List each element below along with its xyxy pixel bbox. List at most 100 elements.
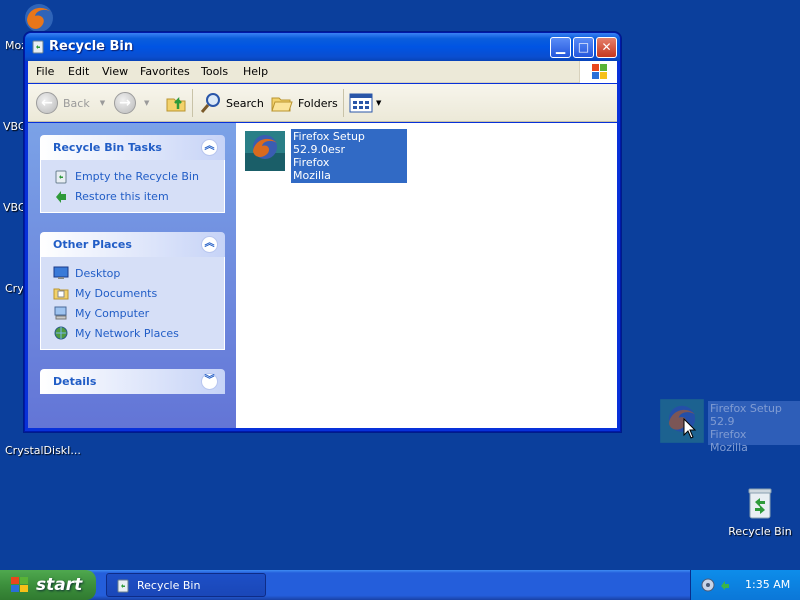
recycle-bin-icon xyxy=(55,170,67,184)
task-label: Empty the Recycle Bin xyxy=(75,169,199,183)
system-tray: 1:35 AM xyxy=(690,570,800,600)
windows-flag-icon xyxy=(592,64,607,79)
panel-header[interactable]: Recycle Bin Tasks ︽ xyxy=(40,135,225,160)
desktop-icon xyxy=(53,266,69,279)
collapse-icon[interactable]: ︽ xyxy=(201,236,218,253)
panel-header[interactable]: Details ︾ xyxy=(40,369,225,394)
desktop-icon-label: Recycle Bin xyxy=(728,525,792,538)
menu-help[interactable]: Help xyxy=(243,65,268,78)
back-button[interactable]: ← Back ▼ xyxy=(36,90,105,116)
toolbar: ← Back ▼ → ▼ Search Folders ▼ xyxy=(28,84,617,122)
folders-label: Folders xyxy=(298,96,338,110)
panel-body: Empty the Recycle Bin Restore this item xyxy=(40,160,225,213)
views-icon xyxy=(349,93,373,113)
menu-tools[interactable]: Tools xyxy=(201,65,228,78)
tray-tool-icon[interactable] xyxy=(701,578,715,592)
desktop-icon-vbc-2[interactable]: VBC xyxy=(3,201,26,214)
drag-ghost: Firefox Setup 52.9 Firefox Mozilla xyxy=(658,397,800,454)
search-icon xyxy=(200,93,220,113)
toolbar-separator xyxy=(192,89,193,117)
restore-arrow-icon xyxy=(56,191,66,203)
folders-button[interactable]: Folders xyxy=(270,90,338,116)
folders-icon xyxy=(271,97,293,112)
recycle-bin-icon xyxy=(117,579,129,593)
clock[interactable]: 1:35 AM xyxy=(745,578,790,591)
details-panel: Details ︾ xyxy=(40,369,225,394)
ghost-text: Firefox Setup 52.9 Firefox Mozilla xyxy=(708,401,800,454)
file-item-selected[interactable]: Firefox Setup 52.9.0esr Firefox Mozilla xyxy=(243,129,407,183)
maximize-button[interactable]: □ xyxy=(573,37,594,58)
desktop-icon-vbc-1[interactable]: VBC xyxy=(3,120,26,133)
ghost-file-company: Mozilla xyxy=(710,441,748,454)
tray-sync-icon[interactable] xyxy=(718,578,732,592)
minimize-button[interactable]: ▁ xyxy=(550,37,571,58)
menu-edit[interactable]: Edit xyxy=(68,65,89,78)
search-label: Search xyxy=(226,96,264,110)
forward-button[interactable]: → ▼ xyxy=(114,90,149,116)
views-button[interactable]: ▼ xyxy=(349,90,381,116)
close-icon: ✕ xyxy=(601,40,612,54)
minimize-icon: ▁ xyxy=(555,40,566,54)
up-folder-icon xyxy=(166,96,186,112)
recycle-bin-icon xyxy=(32,40,44,54)
panel-header[interactable]: Other Places ︽ xyxy=(40,232,225,257)
desktop-icon-crystal[interactable]: Cry xyxy=(5,282,24,295)
menu-view[interactable]: View xyxy=(102,65,128,78)
restore-item-link[interactable]: Restore this item xyxy=(53,186,224,206)
start-label: start xyxy=(36,575,83,595)
place-label: My Network Places xyxy=(75,326,179,340)
up-folder-button[interactable] xyxy=(164,90,188,116)
panel-title: Other Places xyxy=(53,238,132,251)
empty-recycle-bin-link[interactable]: Empty the Recycle Bin xyxy=(53,166,224,186)
chevron-down-icon: ▼ xyxy=(144,99,150,107)
file-app: Firefox xyxy=(293,156,330,169)
ghost-file-app: Firefox xyxy=(710,428,747,441)
windows-flag-icon xyxy=(11,577,28,592)
file-company: Mozilla xyxy=(293,169,331,182)
expand-icon[interactable]: ︾ xyxy=(201,373,218,390)
window-title: Recycle Bin xyxy=(49,39,134,54)
menu-favorites[interactable]: Favorites xyxy=(140,65,190,78)
recycle-bin-window: Recycle Bin ▁ □ ✕ File Edit View Favorit… xyxy=(24,32,621,432)
firefox-icon xyxy=(25,4,53,32)
ghost-file-name: Firefox Setup 52.9 xyxy=(710,402,782,428)
forward-arrow-icon: → xyxy=(114,92,136,114)
desktop-icon-crystaldiskinfo[interactable]: CrystalDiskI... xyxy=(5,444,81,457)
collapse-icon[interactable]: ︽ xyxy=(201,139,218,156)
place-desktop-link[interactable]: Desktop xyxy=(53,263,224,283)
panel-title: Recycle Bin Tasks xyxy=(53,141,162,154)
panel-body: Desktop My Documents My Computer My Netw… xyxy=(40,257,225,350)
search-button[interactable]: Search xyxy=(199,90,264,116)
desktop-icon-label: VBC xyxy=(3,201,26,214)
start-button[interactable]: start xyxy=(0,570,96,600)
file-text: Firefox Setup 52.9.0esr Firefox Mozilla xyxy=(291,129,407,183)
taskbar-button-label: Recycle Bin xyxy=(137,578,201,592)
chevron-down-icon: ▼ xyxy=(376,99,382,107)
title-bar[interactable]: Recycle Bin ▁ □ ✕ xyxy=(25,33,620,61)
window-client: Recycle Bin Tasks ︽ Empty the Recycle Bi… xyxy=(28,123,617,428)
menu-file[interactable]: File xyxy=(36,65,54,78)
place-label: My Computer xyxy=(75,306,150,320)
file-list: Firefox Setup 52.9.0esr Firefox Mozilla xyxy=(237,123,617,428)
desktop-icon-recycle-bin[interactable]: Recycle Bin xyxy=(728,486,792,538)
recycle-bin-icon xyxy=(748,488,772,519)
taskbar-button-recycle-bin[interactable]: Recycle Bin xyxy=(106,573,266,597)
taskbar: start Recycle Bin 1:35 AM xyxy=(0,570,800,600)
recycle-bin-tasks-panel: Recycle Bin Tasks ︽ Empty the Recycle Bi… xyxy=(40,135,225,213)
place-my-documents-link[interactable]: My Documents xyxy=(53,283,224,303)
task-label: Restore this item xyxy=(75,189,169,203)
panel-title: Details xyxy=(53,375,97,388)
place-network-link[interactable]: My Network Places xyxy=(53,323,224,343)
other-places-panel: Other Places ︽ Desktop My Documents My C… xyxy=(40,232,225,350)
place-label: Desktop xyxy=(75,266,121,280)
desktop-icon-label: CrystalDiskI... xyxy=(5,444,81,457)
place-my-computer-link[interactable]: My Computer xyxy=(53,303,224,323)
mouse-cursor-icon xyxy=(683,418,697,439)
menu-bar: File Edit View Favorites Tools Help xyxy=(28,61,617,83)
desktop-icon-label: VBC xyxy=(3,120,26,133)
place-label: My Documents xyxy=(75,286,158,300)
close-button[interactable]: ✕ xyxy=(596,37,617,58)
my-computer-icon xyxy=(54,306,67,320)
task-pane: Recycle Bin Tasks ︽ Empty the Recycle Bi… xyxy=(28,123,236,428)
file-name: Firefox Setup 52.9.0esr xyxy=(293,130,365,156)
